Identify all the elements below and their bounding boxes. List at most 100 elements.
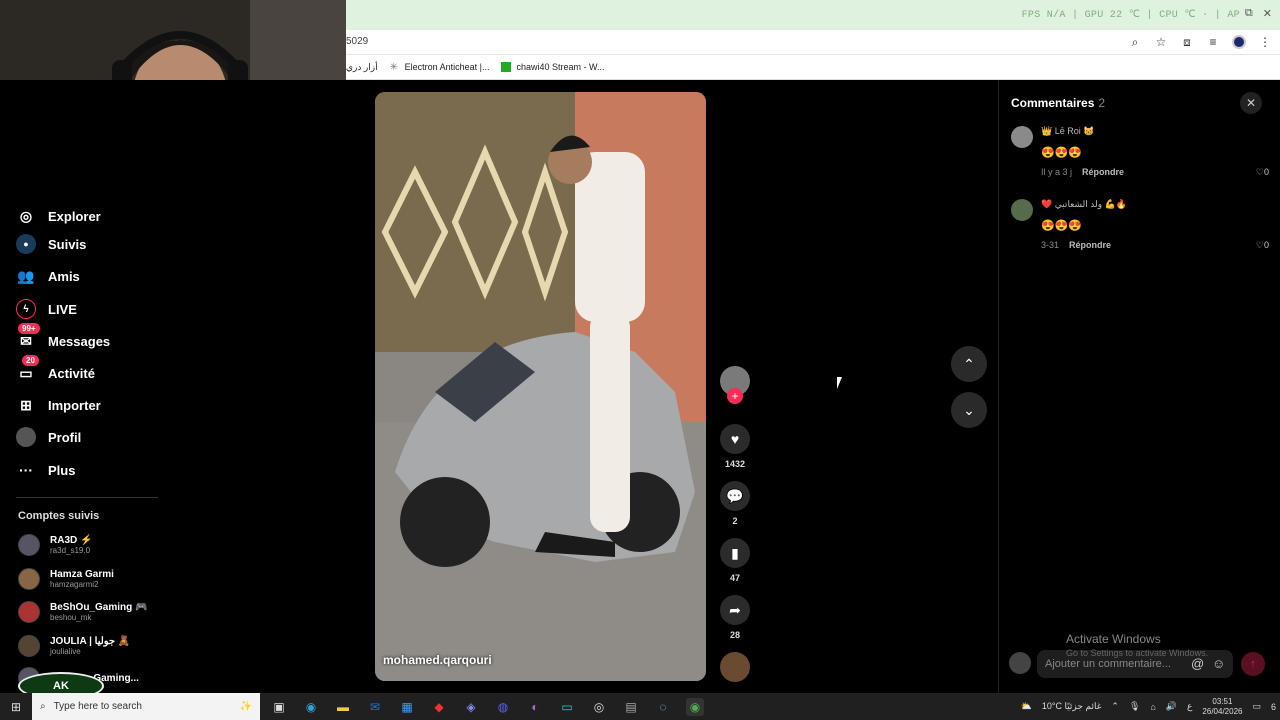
clock-date: 26/04/2026 bbox=[1202, 706, 1243, 716]
outlook-icon[interactable]: ✉ bbox=[366, 698, 384, 716]
nav-suivis[interactable]: ● Suivis bbox=[16, 234, 86, 254]
bookmark-star-icon[interactable]: ☆ bbox=[1154, 35, 1168, 50]
chevron-up-icon: ⌃ bbox=[963, 355, 975, 372]
nav-profil[interactable]: Profil bbox=[16, 427, 81, 447]
nav-explorer[interactable]: ◎ Explorer bbox=[16, 206, 101, 226]
microphone-icon[interactable]: 🎙 bbox=[1129, 701, 1140, 712]
reply-button[interactable]: Répondre bbox=[1082, 167, 1124, 177]
nav-amis[interactable]: 👥 Amis bbox=[16, 266, 80, 286]
comment-like-count: 0 bbox=[1263, 167, 1269, 177]
bookmark-item[interactable]: ✳ Electron Anticheat |... bbox=[390, 62, 490, 73]
weather-icon[interactable]: ⛅ bbox=[1021, 701, 1032, 712]
share-button[interactable]: ➦ 28 bbox=[718, 595, 752, 640]
comment-icon: 💬 bbox=[720, 481, 750, 511]
account-name: Hamza Garmi bbox=[50, 569, 114, 580]
task-view-icon[interactable]: ▣ bbox=[270, 698, 288, 716]
following-section-title: Comptes suivis bbox=[18, 510, 100, 522]
store-icon[interactable]: ▦ bbox=[398, 698, 416, 716]
commenter-name[interactable]: ❤️ ولد الشعاتبي 💪🔥 bbox=[1041, 199, 1127, 210]
account-name: JOULIA | جوليا 🧸 bbox=[50, 636, 131, 647]
start-button[interactable]: ⊞ bbox=[0, 693, 32, 720]
address-bar[interactable]: 5029 ⌕ ☆ ⧈ ≡ ⋮ bbox=[346, 30, 1280, 55]
save-button[interactable]: ▮ 47 bbox=[718, 538, 752, 583]
windows-logo-icon: ⊞ bbox=[10, 699, 22, 714]
language-indicator[interactable]: ع bbox=[1187, 701, 1192, 712]
nav-activite[interactable]: ▭ 20 Activité bbox=[16, 355, 95, 383]
nav-plus[interactable]: ··· Plus bbox=[16, 460, 75, 480]
volume-icon[interactable]: 🔊 bbox=[1166, 701, 1177, 712]
following-icon: ● bbox=[16, 234, 36, 254]
terminal-icon[interactable]: ▭ bbox=[558, 698, 576, 716]
restore-icon[interactable]: ⧉ bbox=[1245, 7, 1253, 20]
media-icon[interactable]: ≡ bbox=[1206, 35, 1220, 50]
comment-time: Il y a 3 j bbox=[1041, 167, 1073, 177]
obs-icon[interactable]: ◎ bbox=[590, 698, 608, 716]
notification-count: 6 bbox=[1270, 701, 1276, 712]
comment-like-button[interactable]: ♡0 bbox=[1256, 167, 1269, 178]
zoom-icon[interactable]: ⌕ bbox=[1128, 35, 1142, 50]
comment-text: 😍😍😍 bbox=[1041, 220, 1083, 232]
account-handle: hamzagarmi2 bbox=[50, 580, 99, 589]
sidebar: ◎ Explorer ● Suivis 👥 Amis ϟ LIVE ✉ 99+ M… bbox=[0, 80, 346, 700]
nav-label: Amis bbox=[48, 268, 80, 284]
followed-account[interactable]: JOULIA | جوليا 🧸 joulialive bbox=[18, 635, 130, 657]
taskbar-search[interactable]: ⌕ Type here to search ✨ bbox=[32, 693, 260, 720]
close-comments-button[interactable]: ✕ bbox=[1240, 92, 1262, 114]
send-comment-button[interactable]: ↑ bbox=[1241, 652, 1265, 676]
menu-icon[interactable]: ⋮ bbox=[1258, 35, 1272, 50]
messages-badge: 99+ bbox=[18, 323, 40, 334]
followed-account[interactable]: Hamza Garmi hamzagarmi2 bbox=[18, 568, 114, 590]
emoji-icon[interactable]: ☺ bbox=[1212, 656, 1225, 671]
followed-account[interactable]: BeShOu_Gaming 🎮 beshou_mk bbox=[18, 601, 147, 623]
previous-video-button[interactable]: ⌃ bbox=[951, 346, 987, 382]
app-icon[interactable]: ◈ bbox=[462, 698, 480, 716]
clock[interactable]: 03:51 26/04/2026 bbox=[1202, 697, 1242, 717]
messenger-icon[interactable]: ◐ bbox=[526, 698, 544, 716]
comment-item: 👑 Lē Roi 😸 😍😍😍 Il y a 3 j Répondre ♡0 bbox=[1011, 126, 1269, 182]
avatar bbox=[18, 635, 40, 657]
url-text[interactable]: 5029 bbox=[346, 36, 368, 47]
extensions-icon[interactable]: ⧈ bbox=[1180, 35, 1194, 50]
game-app-icon[interactable]: ◆ bbox=[430, 698, 448, 716]
tray-chevron-icon[interactable]: ⌃ bbox=[1111, 701, 1119, 712]
steam-icon[interactable]: ◌ bbox=[654, 698, 672, 716]
save-count: 47 bbox=[729, 573, 740, 583]
profile-avatar[interactable] bbox=[1232, 35, 1246, 49]
nav-live[interactable]: ϟ LIVE bbox=[16, 299, 77, 319]
weather-text[interactable]: 10°C غائم جزئيًا bbox=[1042, 701, 1102, 712]
creator-avatar-button[interactable]: + bbox=[718, 366, 752, 404]
more-icon: ··· bbox=[19, 462, 33, 478]
comment-button[interactable]: 💬 2 bbox=[718, 481, 752, 526]
commenter-avatar[interactable] bbox=[1011, 126, 1033, 148]
follow-plus-icon[interactable]: + bbox=[727, 388, 743, 404]
followed-account[interactable]: RA3D ⚡ ra3d_s19.0 bbox=[18, 534, 92, 556]
video-player[interactable]: mohamed.qarqouri bbox=[375, 92, 706, 681]
like-button[interactable]: ♥ 1432 bbox=[718, 424, 752, 469]
sound-disc-button[interactable] bbox=[718, 652, 752, 682]
screen: FPS N/A | GPU 22 ℃ | CPU ℃ · | AP ⧉ ✕ 50… bbox=[0, 0, 1280, 720]
app-icon[interactable]: ▤ bbox=[622, 698, 640, 716]
activity-badge: 20 bbox=[22, 355, 39, 366]
file-explorer-icon[interactable]: ▬ bbox=[334, 698, 352, 716]
nav-importer[interactable]: ⊞ Importer bbox=[16, 395, 101, 415]
next-video-button[interactable]: ⌄ bbox=[951, 392, 987, 428]
nav-messages[interactable]: ✉ 99+ Messages bbox=[16, 323, 110, 351]
comment-like-button[interactable]: ♡0 bbox=[1256, 240, 1269, 251]
edge-icon[interactable]: ◉ bbox=[302, 698, 320, 716]
reply-button[interactable]: Répondre bbox=[1069, 240, 1111, 250]
taskbar-apps: ▣ ◉ ▬ ✉ ▦ ◆ ◈ ◍ ◐ ▭ ◎ ▤ ◌ ◉ bbox=[270, 697, 704, 716]
commenter-avatar[interactable] bbox=[1011, 199, 1033, 221]
bookmark-item[interactable]: chawi40 Stream - W... bbox=[501, 62, 605, 72]
browser-titlebar: FPS N/A | GPU 22 ℃ | CPU ℃ · | AP ⧉ ✕ bbox=[346, 0, 1280, 30]
mouse-cursor bbox=[837, 377, 847, 389]
video-creator-name[interactable]: mohamed.qarqouri bbox=[383, 653, 492, 667]
network-icon[interactable]: ⌂ bbox=[1150, 702, 1155, 712]
commenter-name[interactable]: 👑 Lē Roi 😸 bbox=[1041, 126, 1094, 137]
discord-icon[interactable]: ◍ bbox=[494, 698, 512, 716]
mention-icon[interactable]: @ bbox=[1191, 656, 1204, 671]
bookmark-item[interactable]: أزار دري bbox=[346, 62, 378, 73]
notification-icon[interactable]: ▭ bbox=[1252, 701, 1261, 712]
chrome-icon[interactable]: ◉ bbox=[686, 697, 704, 716]
close-window-icon[interactable]: ✕ bbox=[1263, 7, 1272, 20]
bookmark-label: Electron Anticheat |... bbox=[404, 62, 490, 72]
